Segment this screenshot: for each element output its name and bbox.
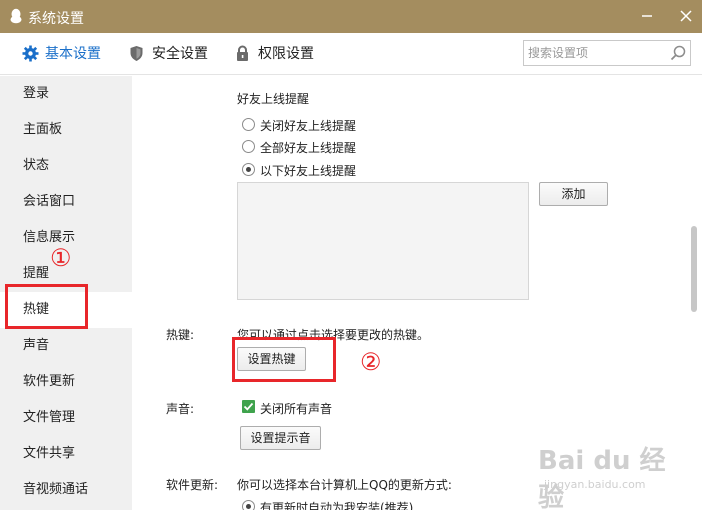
annotation-box-hotkey-sidebar: [5, 284, 88, 329]
sidebar-item-sound[interactable]: 声音: [0, 328, 132, 364]
radio-label: 以下好友上线提醒: [260, 164, 357, 178]
shield-icon: [130, 46, 143, 61]
content-scrollbar[interactable]: [687, 76, 702, 510]
sidebar-item-main-panel[interactable]: 主面板: [0, 112, 132, 148]
radio-label: 全部好友上线提醒: [260, 141, 357, 155]
window-title: 系统设置: [28, 11, 84, 27]
minimize-icon: [642, 15, 652, 17]
minimize-button[interactable]: [631, 0, 663, 33]
sidebar-item-file-sharing[interactable]: 文件共享: [0, 436, 132, 472]
update-label: 软件更新:: [166, 478, 219, 492]
search-input[interactable]: [528, 44, 668, 62]
search-box: [523, 40, 691, 66]
tab-label: 安全设置: [152, 46, 208, 62]
title-bar: 系统设置: [0, 0, 702, 33]
scrollbar-thumb[interactable]: [691, 226, 697, 312]
sidebar-item-chat-window[interactable]: 会话窗口: [0, 184, 132, 220]
checkmark-icon: [243, 402, 254, 411]
annotation-number-one: ①: [50, 244, 72, 272]
qq-penguin-icon: [10, 8, 22, 24]
watermark-text: Bai du 经验: [538, 446, 666, 510]
tab-label: 权限设置: [258, 46, 314, 62]
radio-auto-install[interactable]: [242, 500, 255, 510]
sound-label: 声音:: [166, 402, 195, 416]
sidebar-item-software-update[interactable]: 软件更新: [0, 364, 132, 400]
annotation-box-set-hotkey: [232, 337, 336, 382]
radio-label: 关闭好友上线提醒: [260, 119, 357, 133]
radio-label: 有更新时自动为我安装(推荐): [260, 501, 414, 510]
friend-online-heading: 好友上线提醒: [237, 92, 310, 106]
tab-label: 基本设置: [45, 46, 101, 62]
sidebar-item-av-call[interactable]: 音视频通话: [0, 472, 132, 508]
add-friend-button[interactable]: 添加: [539, 182, 608, 206]
sidebar-item-label: 音视频通话: [23, 482, 89, 497]
lock-icon: [237, 45, 248, 61]
baidu-jingyan-watermark: Bai du 经验 jingyan.baidu.com: [538, 440, 688, 510]
sidebar-item-label: 软件更新: [23, 374, 76, 389]
radio-selected-friend-online[interactable]: [242, 163, 255, 176]
sidebar-item-label: 登录: [23, 86, 50, 101]
search-icon[interactable]: [670, 45, 686, 61]
sidebar-item-file-management[interactable]: 文件管理: [0, 400, 132, 436]
tab-security-settings[interactable]: 安全设置: [129, 33, 219, 75]
hotkey-label: 热键:: [166, 328, 195, 342]
sidebar-item-label: 声音: [23, 338, 50, 353]
mute-all-label: 关闭所有声音: [260, 402, 333, 416]
tab-permission-settings[interactable]: 权限设置: [235, 33, 325, 75]
close-button[interactable]: [670, 0, 702, 33]
radio-all-friend-online[interactable]: [242, 140, 255, 153]
gear-icon: [22, 45, 39, 62]
close-icon: [680, 10, 692, 22]
sidebar-item-login[interactable]: 登录: [0, 76, 132, 112]
watermark-url: jingyan.baidu.com: [544, 478, 646, 491]
update-description: 你可以选择本台计算机上QQ的更新方式:: [237, 478, 452, 492]
sidebar-item-label: 文件共享: [23, 446, 76, 461]
mute-all-checkbox[interactable]: [242, 400, 255, 413]
sidebar-item-label: 会话窗口: [23, 194, 76, 209]
sidebar-item-status[interactable]: 状态: [0, 148, 132, 184]
annotation-number-two: ②: [360, 348, 382, 376]
sidebar-item-label: 提醒: [23, 266, 50, 281]
sidebar-item-label: 文件管理: [23, 410, 76, 425]
sidebar-item-label: 信息展示: [23, 230, 76, 245]
sidebar-item-label: 主面板: [23, 122, 63, 137]
friend-list-box[interactable]: [237, 182, 529, 300]
sidebar-item-label: 状态: [23, 158, 50, 173]
radio-close-friend-online[interactable]: [242, 118, 255, 131]
tab-basic-settings[interactable]: 基本设置: [22, 33, 112, 75]
set-notification-sound-button[interactable]: 设置提示音: [240, 426, 321, 450]
